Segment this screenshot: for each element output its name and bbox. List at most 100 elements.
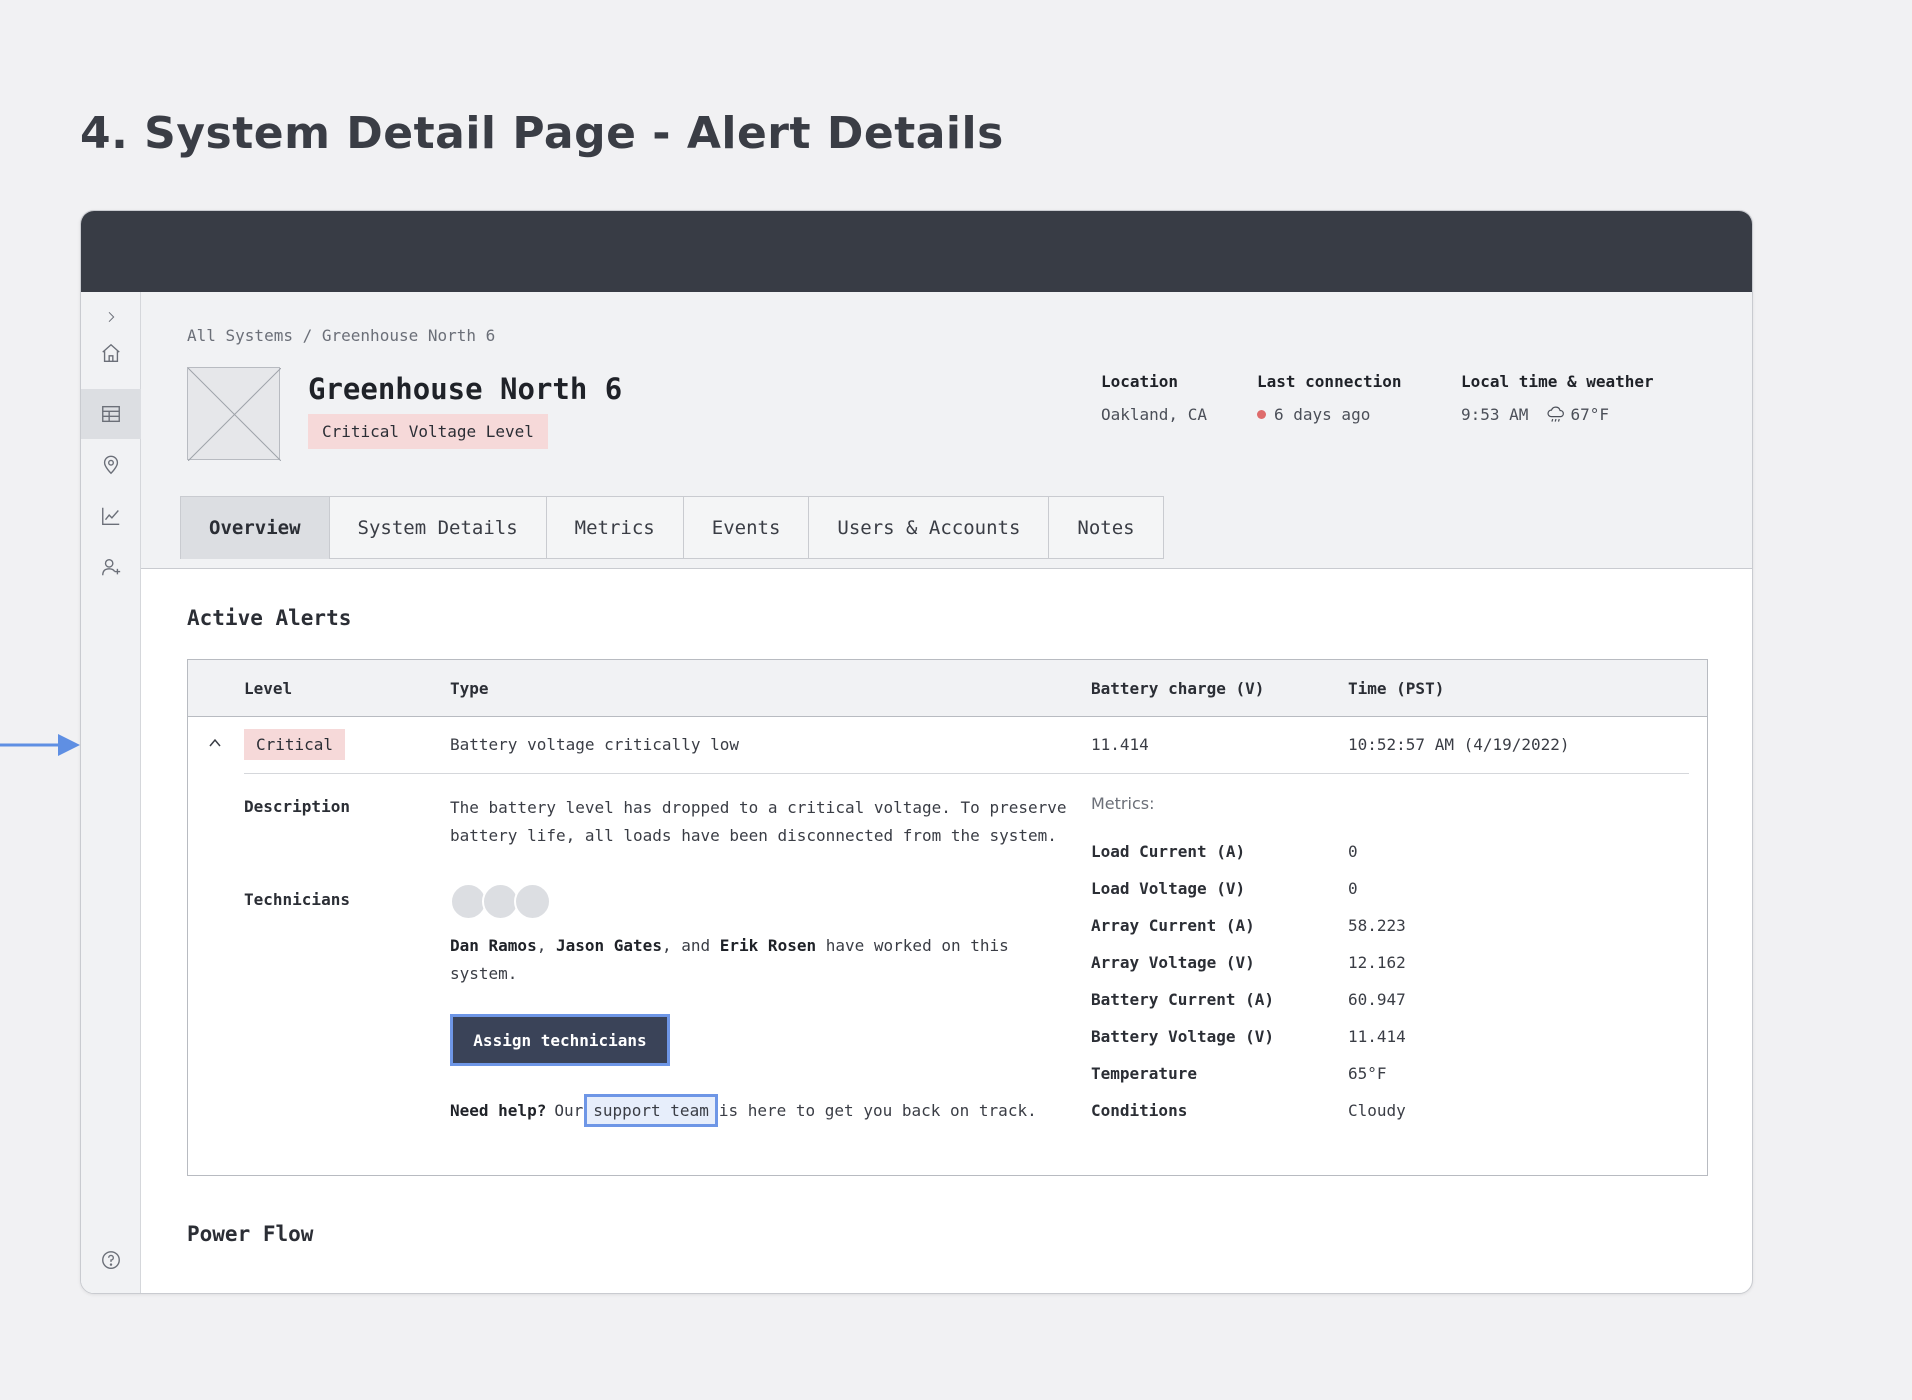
status-badge: Critical Voltage Level (308, 414, 548, 449)
help-heading: Need help? (450, 1101, 547, 1120)
technician-separator: , and (661, 936, 711, 955)
active-alerts-table: Level Type Battery charge (V) Time (PST)… (187, 659, 1708, 1176)
assign-technicians-button[interactable]: Assign technicians (450, 1014, 670, 1066)
help-button[interactable] (81, 1235, 141, 1285)
metric-row: Temperature 65°F (1091, 1064, 1511, 1086)
metric-value: 0 (1348, 842, 1358, 861)
metric-value: 58.223 (1348, 916, 1406, 935)
technician-separator: , (536, 936, 547, 955)
alert-time: 10:52:57 AM (4/19/2022) (1348, 735, 1570, 754)
status-dot-icon (1257, 410, 1266, 419)
metric-row: Conditions Cloudy (1091, 1101, 1511, 1123)
metric-value: 12.162 (1348, 953, 1406, 972)
power-flow-title: Power Flow (187, 1222, 314, 1246)
metric-row: Array Voltage (V) 12.162 (1091, 953, 1511, 975)
location-pin-icon (103, 455, 119, 475)
description-label: Description (244, 797, 350, 816)
chevron-up-icon[interactable] (207, 735, 223, 751)
column-header-time: Time (PST) (1348, 679, 1445, 698)
tab-users-accounts[interactable]: Users & Accounts (809, 496, 1050, 559)
tab-notes[interactable]: Notes (1049, 496, 1164, 559)
tab-metrics[interactable]: Metrics (546, 496, 684, 559)
metric-value: 0 (1348, 879, 1358, 898)
metric-name: Load Current (A) (1091, 842, 1246, 861)
metric-row: Load Voltage (V) 0 (1091, 879, 1511, 901)
system-header: All Systems / Greenhouse North 6 Greenho… (141, 292, 1752, 569)
sidebar-item-home[interactable] (81, 328, 141, 378)
active-alerts-title: Active Alerts (187, 606, 352, 630)
metric-name: Conditions (1091, 1101, 1188, 1120)
top-bar (81, 211, 1752, 292)
system-image-placeholder (187, 367, 281, 461)
breadcrumb: All Systems / Greenhouse North 6 (187, 326, 495, 345)
technicians-summary: Dan Ramos, Jason Gates, and Erik Rosen h… (450, 932, 1010, 988)
metric-row: Battery Current (A) 60.947 (1091, 990, 1511, 1012)
breadcrumb-all-systems[interactable]: All Systems (187, 326, 293, 345)
alert-battery-charge: 11.414 (1091, 735, 1149, 754)
home-icon (102, 343, 120, 362)
technicians-label: Technicians (244, 890, 350, 909)
annotation-arrow-icon (0, 734, 80, 756)
help-pre: Our (554, 1101, 584, 1120)
metric-name: Load Voltage (V) (1091, 879, 1246, 898)
metric-value: 65°F (1348, 1064, 1387, 1083)
tab-system-details[interactable]: System Details (329, 496, 547, 559)
tab-bar: Overview System Details Metrics Events U… (180, 496, 1164, 559)
metric-name: Array Voltage (V) (1091, 953, 1255, 972)
table-icon (102, 405, 120, 423)
breadcrumb-current: Greenhouse North 6 (321, 326, 496, 345)
add-user-icon (102, 558, 121, 576)
weather-value: 67°F (1570, 405, 1609, 424)
location-label: Location (1101, 372, 1179, 391)
sidebar-item-systems[interactable] (81, 389, 141, 439)
sidebar-item-map[interactable] (81, 440, 141, 490)
rain-cloud-icon (1547, 406, 1565, 422)
metric-name: Battery Current (A) (1091, 990, 1275, 1009)
location-info: Location Oakland, CA (1101, 372, 1207, 424)
system-name: Greenhouse North 6 (308, 372, 623, 406)
alert-description: The battery level has dropped to a criti… (450, 798, 1067, 845)
table-header: Level Type Battery charge (V) Time (PST) (188, 660, 1707, 717)
page-title: 4. System Detail Page - Alert Details (80, 108, 1004, 159)
sidebar-item-users[interactable] (81, 542, 141, 592)
local-time-label: Local time & weather (1461, 372, 1654, 391)
metric-row: Array Current (A) 58.223 (1091, 916, 1511, 938)
metric-value: 60.947 (1348, 990, 1406, 1009)
technician-avatars (450, 883, 560, 920)
metric-value: 11.414 (1348, 1027, 1406, 1046)
local-time-value: 9:53 AM (1461, 405, 1529, 424)
metric-row: Load Current (A) 0 (1091, 842, 1511, 864)
technician-name: Jason Gates (555, 936, 662, 955)
last-connection-label: Last connection (1257, 372, 1402, 391)
metric-name: Temperature (1091, 1064, 1197, 1083)
technician-name: Erik Rosen (719, 936, 817, 955)
tab-overview[interactable]: Overview (180, 496, 330, 559)
support-team-link[interactable]: support team (584, 1094, 718, 1127)
location-value: Oakland, CA (1101, 405, 1207, 424)
metrics-title: Metrics: (1091, 794, 1155, 813)
help-post: is here to get you back on track. (718, 1101, 1037, 1120)
sidebar (81, 292, 141, 1293)
metric-name: Battery Voltage (V) (1091, 1027, 1275, 1046)
chart-line-icon (102, 507, 120, 525)
column-header-type: Type (450, 679, 489, 698)
metric-value: Cloudy (1348, 1101, 1406, 1120)
last-connection-value: 6 days ago (1274, 405, 1371, 424)
app-window: All Systems / Greenhouse North 6 Greenho… (80, 210, 1753, 1294)
alert-type: Battery voltage critically low (450, 735, 739, 754)
tab-events[interactable]: Events (683, 496, 810, 559)
technician-name: Dan Ramos (450, 936, 537, 955)
chevron-right-icon (108, 311, 115, 323)
column-header-level: Level (244, 679, 293, 698)
alert-level-badge: Critical (244, 729, 346, 760)
help-message: Need help? Our support team is here to g… (450, 1094, 1037, 1127)
metric-name: Array Current (A) (1091, 916, 1255, 935)
column-header-battery-charge: Battery charge (V) (1091, 679, 1265, 698)
breadcrumb-separator: / (302, 326, 313, 345)
row-divider (244, 773, 1689, 774)
last-connection-info: Last connection 6 days ago (1257, 372, 1402, 424)
help-icon (102, 1251, 120, 1269)
avatar (514, 883, 551, 920)
metric-row: Battery Voltage (V) 11.414 (1091, 1027, 1511, 1049)
sidebar-item-analytics[interactable] (81, 491, 141, 541)
